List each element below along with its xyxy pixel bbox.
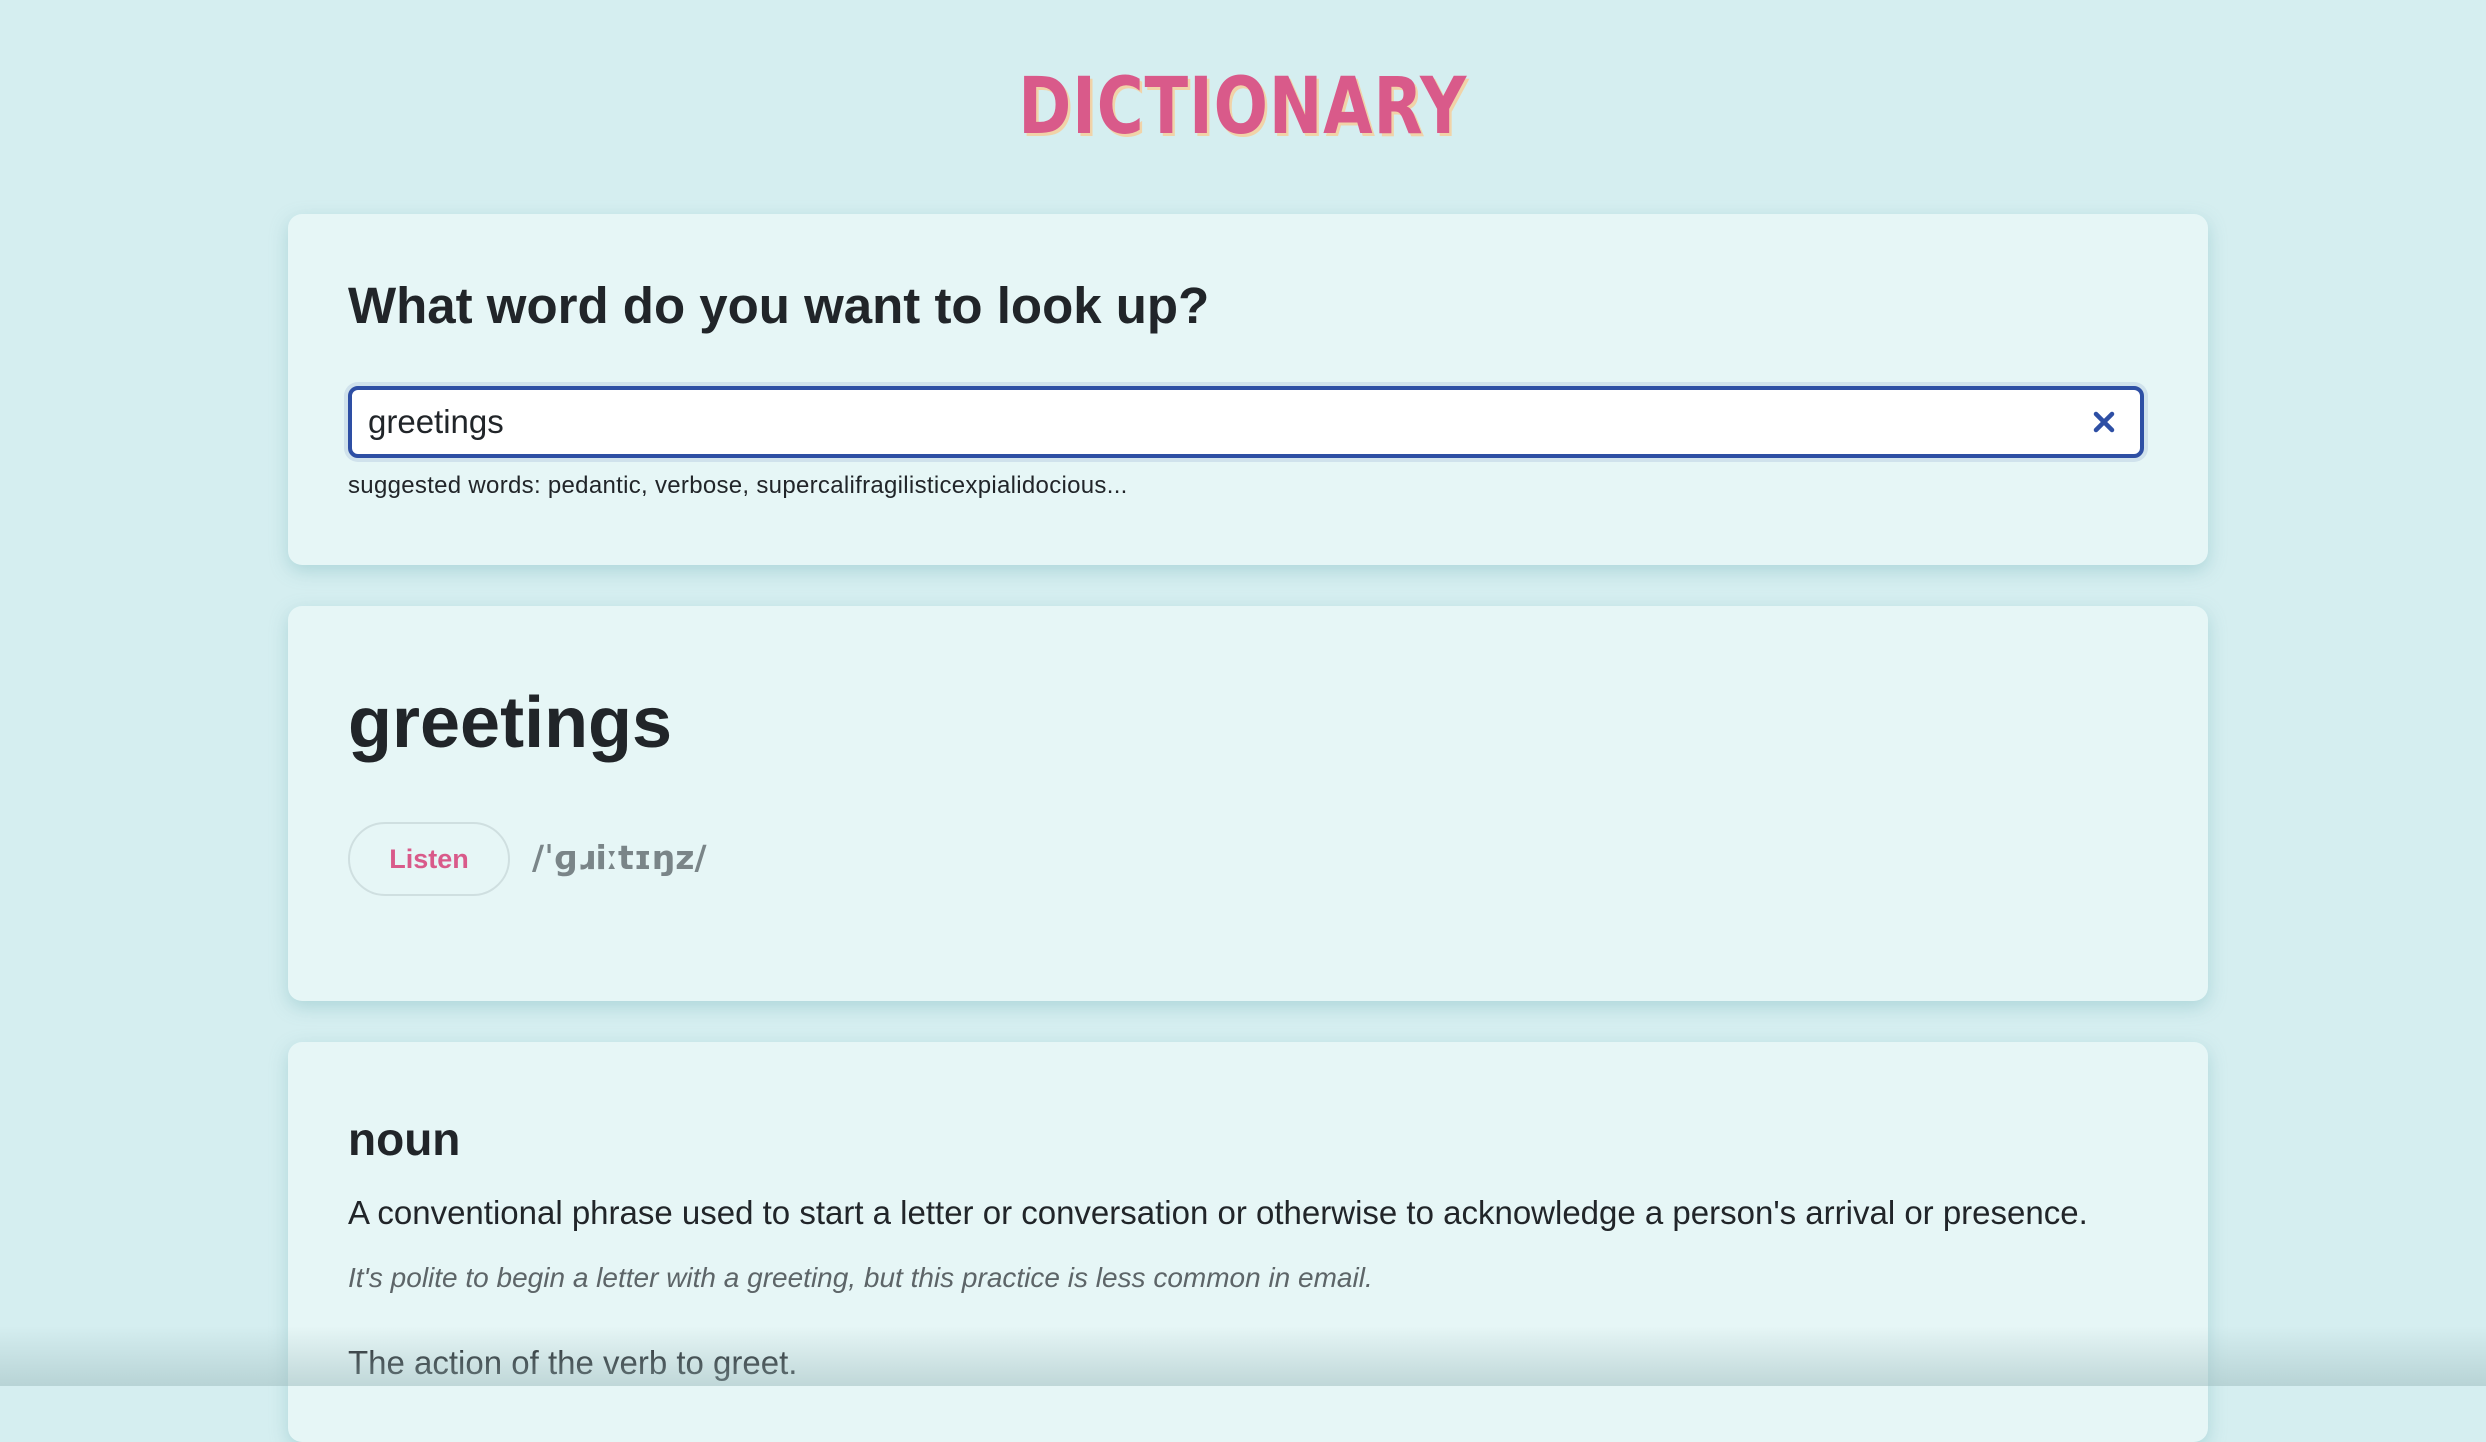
meaning-card: noun A conventional phrase used to start… (288, 1042, 2208, 1442)
phonetic-text: /ˈɡɹiːtɪŋz/ (532, 838, 707, 877)
search-card: What word do you want to look up? sugges… (288, 214, 2208, 565)
definition-text: A conventional phrase used to start a le… (348, 1194, 2088, 1231)
app-logo: DICTIONARY (1018, 62, 1468, 152)
header: DICTIONARY (0, 62, 2486, 152)
suggested-words: suggested words: pedantic, verbose, supe… (348, 472, 1128, 499)
search-input[interactable] (368, 390, 2048, 454)
definition-text: The action of the verb to greet. (348, 1344, 798, 1381)
search-box[interactable] (348, 386, 2144, 458)
close-icon[interactable] (2086, 404, 2122, 440)
word-card: greetings Listen /ˈɡɹiːtɪŋz/ (288, 606, 2208, 1001)
search-heading: What word do you want to look up? (348, 277, 1210, 334)
part-of-speech: noun (348, 1113, 461, 1165)
listen-button[interactable]: Listen (348, 822, 510, 896)
definition-example: It's polite to begin a letter with a gre… (348, 1262, 1373, 1293)
word-title: greetings (348, 683, 673, 763)
